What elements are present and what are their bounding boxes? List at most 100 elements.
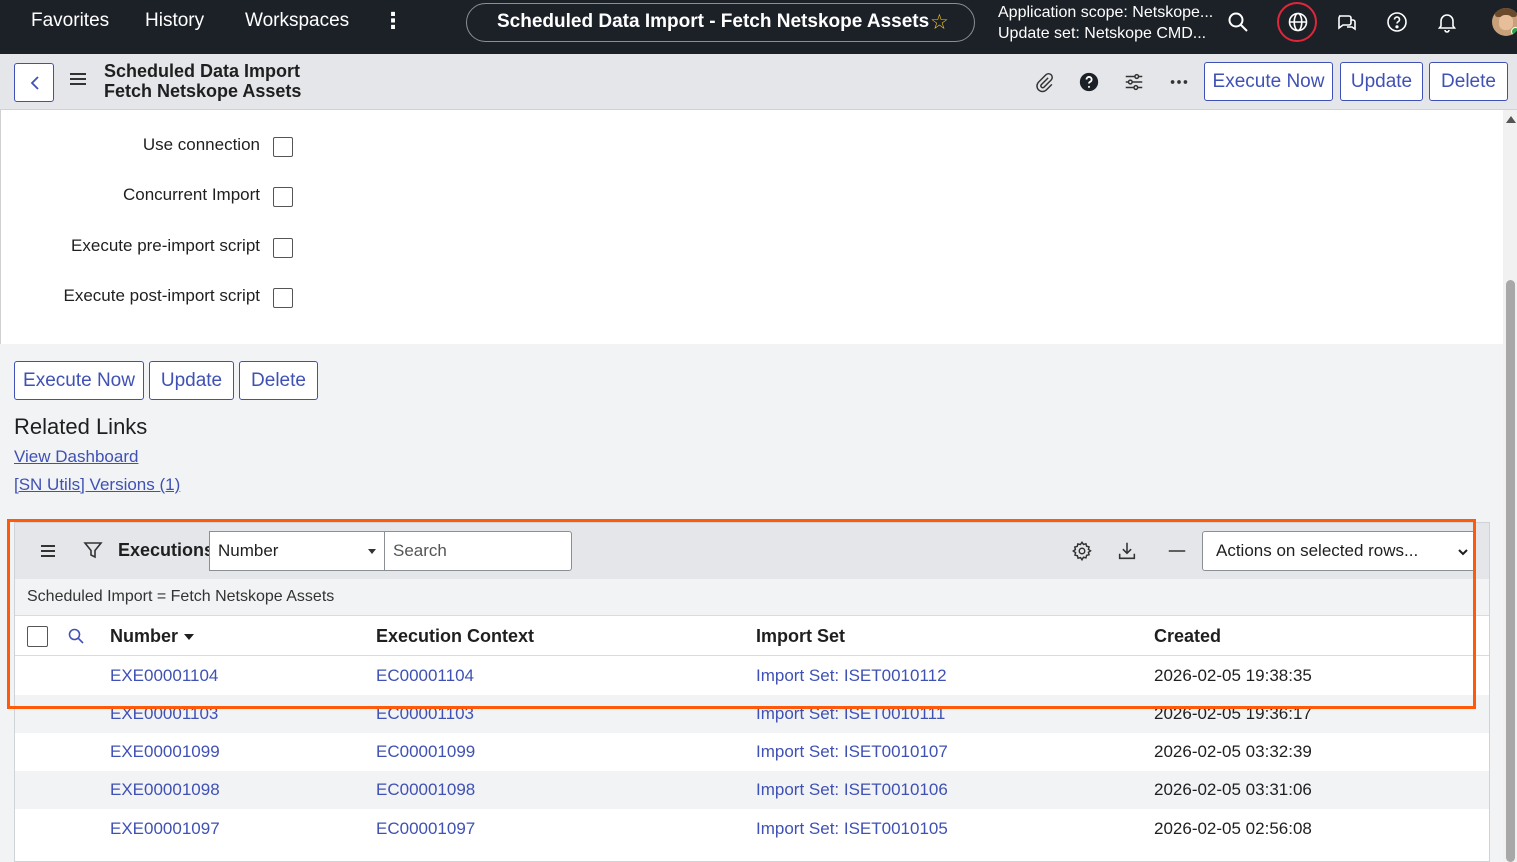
search-field-select[interactable]: Number [209, 531, 385, 571]
globe-icon[interactable] [1286, 10, 1310, 34]
context-title-pill: Scheduled Data Import - Fetch Netskope A… [466, 3, 975, 42]
top-navigation-bar: Favorites History Workspaces ⋮ Scheduled… [0, 0, 1517, 54]
concurrent-import-checkbox[interactable] [273, 187, 293, 207]
nav-history[interactable]: History [145, 10, 204, 32]
concurrent-import-row: Concurrent Import [1, 184, 301, 208]
row-context-link[interactable]: EC00001099 [376, 742, 475, 762]
use-connection-checkbox[interactable] [273, 137, 293, 157]
back-button[interactable] [14, 63, 54, 102]
page-scrollbar[interactable] [1503, 110, 1517, 862]
list-title: Executions [118, 540, 215, 560]
pre-import-script-label: Execute pre-import script [71, 236, 260, 255]
row-import-set-link[interactable]: Import Set: ISET0010107 [756, 742, 948, 762]
context-title: Scheduled Data Import - Fetch Netskope A… [497, 11, 930, 32]
row-context-link[interactable]: EC00001104 [376, 666, 474, 686]
table-row: EXE00001103 EC00001103 Import Set: ISET0… [15, 695, 1489, 733]
application-scope: Application scope: Netskope... [998, 4, 1214, 21]
search-field-value: Number [218, 541, 279, 560]
download-icon[interactable] [1116, 540, 1138, 562]
chat-icon[interactable] [1335, 10, 1359, 34]
row-number-link[interactable]: EXE00001104 [110, 666, 218, 686]
search-icon[interactable] [67, 627, 85, 645]
scroll-up-arrow-icon[interactable] [1506, 116, 1516, 123]
select-all-checkbox[interactable] [27, 626, 48, 647]
row-number-link[interactable]: EXE00001099 [110, 742, 220, 762]
row-created: 2026-02-05 19:36:17 [1154, 704, 1312, 723]
list-menu-icon[interactable] [41, 545, 55, 557]
row-import-set-link[interactable]: Import Set: ISET0010112 [756, 666, 947, 686]
list-breadcrumb[interactable]: Scheduled Import = Fetch Netskope Assets [15, 579, 1489, 616]
row-import-set-link[interactable]: Import Set: ISET0010111 [756, 704, 945, 724]
post-import-script-checkbox[interactable] [273, 288, 293, 308]
form-title-line1: Scheduled Data Import [104, 61, 301, 81]
bell-icon[interactable] [1435, 10, 1459, 34]
post-import-script-row: Execute post-import script [1, 285, 301, 309]
scroll-thumb[interactable] [1506, 280, 1515, 862]
row-created: 2026-02-05 19:38:35 [1154, 666, 1312, 685]
executions-related-list: Executions Number Actions on selected ro… [14, 522, 1490, 862]
update-button[interactable]: Update [149, 361, 234, 400]
use-connection-row: Use connection [1, 134, 301, 158]
table-row: EXE00001098 EC00001098 Import Set: ISET0… [15, 771, 1489, 809]
row-number-link[interactable]: EXE00001103 [110, 704, 218, 724]
row-context-link[interactable]: EC00001097 [376, 819, 475, 839]
form-title-line2: Fetch Netskope Assets [104, 81, 302, 101]
filter-icon[interactable] [83, 540, 103, 560]
row-number-link[interactable]: EXE00001098 [110, 780, 220, 800]
column-header-import-set[interactable]: Import Set [756, 626, 845, 647]
ellipsis-icon[interactable] [1168, 71, 1190, 93]
actions-select-value: Actions on selected rows... [1216, 541, 1419, 560]
table-row: EXE00001099 EC00001099 Import Set: ISET0… [15, 733, 1489, 771]
delete-button-header[interactable]: Delete [1429, 62, 1508, 101]
minus-icon[interactable] [1166, 540, 1188, 562]
row-context-link[interactable]: EC00001103 [376, 704, 474, 724]
chevron-left-icon [30, 76, 39, 90]
column-number-label: Number [110, 626, 179, 646]
use-connection-label: Use connection [142, 135, 260, 154]
row-import-set-link[interactable]: Import Set: ISET0010105 [756, 819, 948, 839]
settings-sliders-icon[interactable] [1123, 71, 1145, 93]
post-import-script-label: Execute post-import script [63, 286, 260, 305]
update-button-header[interactable]: Update [1340, 62, 1423, 101]
row-created: 2026-02-05 03:31:06 [1154, 780, 1312, 799]
form-menu-icon[interactable] [70, 73, 86, 87]
search-icon[interactable] [1226, 10, 1250, 34]
nav-favorites[interactable]: Favorites [31, 10, 109, 32]
help-icon[interactable] [1385, 10, 1409, 34]
nav-workspaces[interactable]: Workspaces [245, 10, 349, 32]
form-title: Scheduled Data Import Fetch Netskope Ass… [104, 61, 301, 101]
form-body: Use connection Concurrent Import Execute… [0, 110, 1503, 344]
gear-icon[interactable] [1071, 540, 1093, 562]
concurrent-import-label: Concurrent Import [123, 185, 260, 204]
column-header-execution-context[interactable]: Execution Context [376, 626, 534, 647]
pre-import-script-checkbox[interactable] [273, 238, 293, 258]
chevron-down-icon [1458, 549, 1468, 556]
sort-desc-icon [184, 634, 195, 641]
view-dashboard-link[interactable]: View Dashboard [14, 447, 138, 467]
star-icon[interactable]: ☆ [930, 10, 949, 35]
question-filled-icon[interactable] [1078, 71, 1100, 93]
caret-down-icon [368, 549, 376, 554]
execute-now-button[interactable]: Execute Now [14, 361, 144, 400]
table-row: EXE00001097 EC00001097 Import Set: ISET0… [15, 810, 1489, 848]
list-search-input[interactable] [384, 531, 572, 571]
scope-info[interactable]: Application scope: Netskope... Update se… [998, 2, 1213, 44]
execute-now-button-header[interactable]: Execute Now [1204, 62, 1333, 101]
row-import-set-link[interactable]: Import Set: ISET0010106 [756, 780, 948, 800]
table-header: Number Execution Context Import Set Crea… [15, 616, 1489, 656]
paperclip-icon[interactable] [1033, 71, 1055, 93]
row-number-link[interactable]: EXE00001097 [110, 819, 220, 839]
related-links-title: Related Links [14, 414, 148, 439]
column-header-created[interactable]: Created [1154, 626, 1221, 647]
form-header: Scheduled Data Import Fetch Netskope Ass… [0, 54, 1517, 110]
avatar[interactable] [1492, 8, 1517, 36]
column-header-number[interactable]: Number [110, 626, 195, 647]
table-row: EXE00001104 EC00001104 Import Set: ISET0… [15, 657, 1489, 695]
actions-select[interactable]: Actions on selected rows... [1202, 531, 1476, 571]
sn-utils-versions-link[interactable]: [SN Utils] Versions (1) [14, 475, 180, 495]
pre-import-script-row: Execute pre-import script [1, 235, 301, 259]
delete-button[interactable]: Delete [239, 361, 318, 400]
breadcrumb-condition[interactable]: Scheduled Import = Fetch Netskope Assets [27, 588, 334, 606]
row-context-link[interactable]: EC00001098 [376, 780, 475, 800]
more-vertical-icon[interactable]: ⋮ [382, 8, 404, 34]
